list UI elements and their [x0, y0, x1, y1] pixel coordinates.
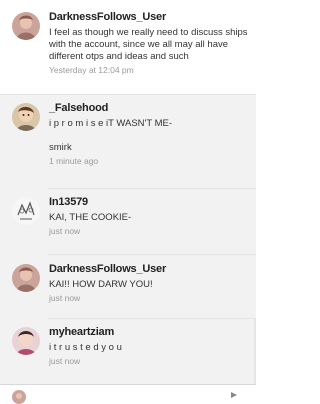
avatar[interactable]	[12, 327, 40, 355]
comment-text: KAI!! HOW DARW YOU!	[49, 279, 153, 290]
avatar[interactable]	[12, 103, 40, 131]
comment-author[interactable]: _Falsehood	[49, 101, 250, 115]
comment-timestamp: just now	[49, 293, 81, 303]
comment-timestamp: 1 minute ago	[49, 156, 99, 166]
comment-author[interactable]: In13579	[49, 195, 250, 209]
divider	[0, 94, 256, 95]
comment-author[interactable]: myheartziam	[49, 325, 250, 339]
comment-input-bar[interactable]	[0, 384, 256, 404]
comment-timestamp: just now	[49, 356, 81, 366]
send-icon[interactable]	[230, 391, 238, 399]
comment-text: I feel as though we really need to discu…	[49, 27, 248, 62]
avatar[interactable]	[12, 264, 40, 292]
reply-item: DarknessFollows_User KAI!! HOW DARW YOU!…	[0, 262, 256, 304]
comment-text: i t r u s t e d y o u	[49, 342, 122, 353]
divider	[48, 318, 256, 319]
comment-author[interactable]: DarknessFollows_User	[49, 10, 250, 24]
divider	[48, 254, 256, 255]
reply-item: myheartziam i t r u s t e d y o u just n…	[0, 325, 256, 367]
reply-item: In13579 KAI, THE COOKIE- just now	[0, 195, 256, 237]
comment-item: DarknessFollows_User I feel as though we…	[0, 10, 256, 76]
reply-item: _Falsehood i p r o m i s e iT WASN'T ME-…	[0, 101, 256, 167]
avatar[interactable]	[12, 197, 40, 225]
avatar	[12, 389, 26, 404]
avatar[interactable]	[12, 12, 40, 40]
comment-text: i p r o m i s e iT WASN'T ME- smirk	[49, 118, 173, 153]
comment-timestamp: just now	[49, 226, 81, 236]
divider	[48, 188, 256, 189]
comment-timestamp: Yesterday at 12:04 pm	[49, 65, 134, 75]
comment-author[interactable]: DarknessFollows_User	[49, 262, 250, 276]
comment-text: KAI, THE COOKIE-	[49, 212, 132, 223]
scrollbar[interactable]	[254, 318, 256, 384]
